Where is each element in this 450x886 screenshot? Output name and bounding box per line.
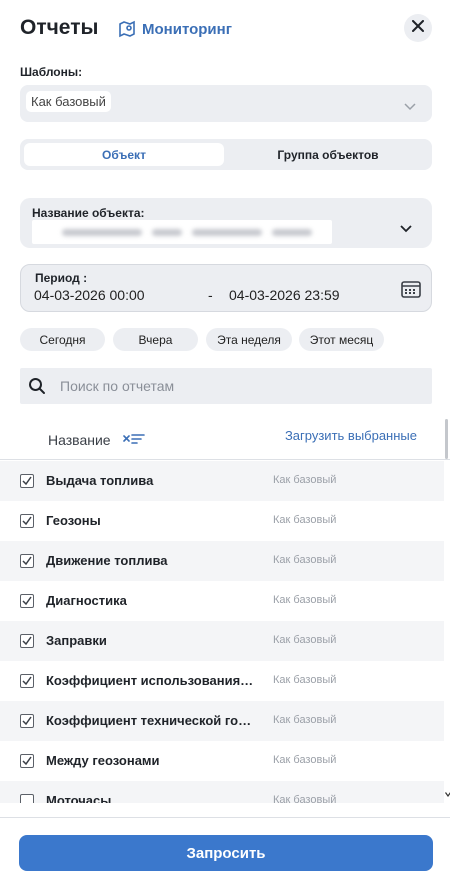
checkbox[interactable] — [20, 474, 34, 488]
list-header: Название Загрузить выбранные — [0, 420, 450, 460]
checkbox[interactable] — [20, 714, 34, 728]
quick-range-week[interactable]: Эта неделя — [206, 328, 292, 351]
period-separator: - — [208, 287, 213, 303]
list-item[interactable]: Коэффициент использования … Как базовый — [0, 661, 444, 701]
checkbox[interactable] — [20, 514, 34, 528]
templates-select[interactable]: Как базовый — [20, 85, 432, 122]
checkbox[interactable] — [20, 554, 34, 568]
header: Отчеты Мониторинг — [20, 14, 432, 44]
object-value-redacted — [32, 220, 332, 244]
monitoring-link[interactable]: Мониторинг — [118, 20, 232, 38]
templates-value: Как базовый — [26, 91, 111, 112]
list-scrollbar[interactable] — [445, 405, 450, 805]
search-input[interactable] — [60, 368, 420, 404]
request-button[interactable]: Запросить — [19, 835, 433, 871]
checkbox[interactable] — [20, 634, 34, 648]
period-to[interactable]: 04-03-2026 23:59 — [229, 287, 340, 303]
report-template: Как базовый — [273, 474, 337, 486]
checkbox[interactable] — [20, 754, 34, 768]
column-name-header: Название — [48, 432, 111, 448]
report-name: Коэффициент технической го… — [46, 713, 252, 728]
object-select[interactable]: Название объекта: — [20, 198, 432, 248]
quick-range-month[interactable]: Этот месяц — [299, 328, 384, 351]
list-item[interactable]: Выдача топлива Как базовый — [0, 461, 444, 501]
list-item[interactable]: Заправки Как базовый — [0, 621, 444, 661]
checkbox[interactable] — [20, 594, 34, 608]
report-template: Как базовый — [273, 794, 337, 803]
period-field[interactable]: Период : 04-03-2026 00:00 - 04-03-2026 2… — [20, 264, 432, 312]
scroll-thumb[interactable] — [445, 419, 448, 459]
report-name: Движение топлива — [46, 553, 168, 568]
quick-range-yesterday[interactable]: Вчера — [113, 328, 198, 351]
report-search — [20, 368, 432, 404]
report-template: Как базовый — [273, 714, 337, 726]
reports-list: Выдача топлива Как базовый Геозоны Как б… — [0, 461, 444, 803]
report-name: Заправки — [46, 633, 107, 648]
quick-range-today[interactable]: Сегодня — [20, 328, 105, 351]
scroll-down-icon[interactable] — [445, 789, 450, 800]
chevron-down-icon — [404, 98, 416, 116]
checkbox[interactable] — [20, 794, 34, 803]
period-label: Период : — [35, 271, 88, 285]
close-button[interactable] — [404, 14, 432, 42]
report-name: Диагностика — [46, 593, 127, 608]
report-name: Коэффициент использования … — [46, 673, 256, 688]
checkbox[interactable] — [20, 674, 34, 688]
list-item[interactable]: Геозоны Как базовый — [0, 501, 444, 541]
templates-label: Шаблоны: — [20, 65, 83, 79]
period-from[interactable]: 04-03-2026 00:00 — [34, 287, 145, 303]
list-item[interactable]: Диагностика Как базовый — [0, 581, 444, 621]
report-template: Как базовый — [273, 634, 337, 646]
monitoring-link-label: Мониторинг — [142, 20, 232, 38]
tab-object[interactable]: Объект — [24, 143, 224, 166]
object-label: Название объекта: — [32, 206, 145, 220]
page-title: Отчеты — [20, 16, 99, 39]
list-item[interactable]: Коэффициент технической го… Как базовый — [0, 701, 444, 741]
calendar-icon[interactable] — [401, 280, 421, 303]
list-item[interactable]: Движение топлива Как базовый — [0, 541, 444, 581]
report-name: Моточасы — [46, 793, 112, 803]
tab-object-group[interactable]: Группа объектов — [228, 143, 428, 166]
report-template: Как базовый — [273, 674, 337, 686]
load-selected-link[interactable]: Загрузить выбранные — [285, 428, 417, 443]
map-pin-icon — [118, 20, 136, 38]
report-template: Как базовый — [273, 754, 337, 766]
report-template: Как базовый — [273, 554, 337, 566]
report-template: Как базовый — [273, 594, 337, 606]
sort-clear-icon[interactable] — [123, 433, 145, 452]
report-name: Между геозонами — [46, 753, 160, 768]
report-name: Выдача топлива — [46, 473, 154, 488]
list-item[interactable]: Моточасы Как базовый — [0, 781, 444, 803]
target-type-switch: Объект Группа объектов — [20, 139, 432, 170]
chevron-down-icon — [400, 220, 412, 238]
footer: Запросить — [0, 817, 450, 886]
close-icon — [412, 19, 424, 37]
list-item[interactable]: Между геозонами Как базовый — [0, 741, 444, 781]
report-template: Как базовый — [273, 514, 337, 526]
report-name: Геозоны — [46, 513, 101, 528]
